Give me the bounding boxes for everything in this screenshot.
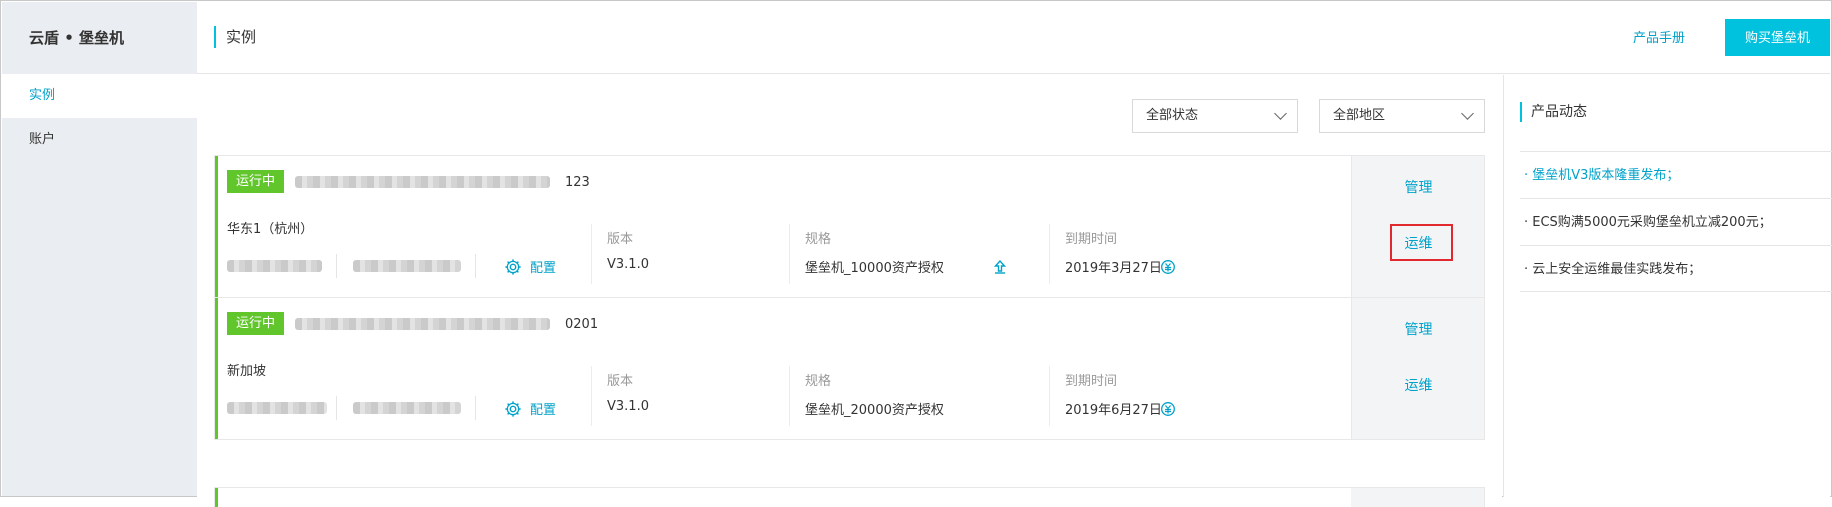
sidebar-item-accounts[interactable]: 账户 [2, 118, 197, 162]
spec-label: 规格 [805, 232, 832, 247]
spec-label: 规格 [805, 374, 832, 389]
divider [789, 366, 790, 426]
instance-card: 运行中 0201 新加坡 配置 版本 V3.1.0 规格 堡垒机_20000资产… [214, 297, 1485, 440]
ip-address-blurred [353, 402, 461, 414]
expire-value: 2019年6月27日 [1065, 403, 1162, 418]
status-indicator-bar [215, 488, 218, 507]
highlight-box [1390, 224, 1453, 261]
config-link[interactable]: 配置 [530, 399, 556, 418]
version-label: 版本 [607, 374, 634, 389]
divider [789, 224, 790, 284]
divider [336, 396, 337, 420]
status-filter-select[interactable]: 全部状态 [1132, 99, 1298, 133]
manage-link[interactable]: 管理 [1352, 319, 1485, 339]
news-panel-title: 产品动态 [1520, 102, 1587, 122]
renew-icon[interactable] [1160, 401, 1176, 417]
news-item[interactable]: · ECS购满5000元采购堡垒机立减200元； [1520, 198, 1832, 245]
divider [1049, 366, 1050, 426]
news-item[interactable]: · 云上安全运维最佳实践发布； [1520, 245, 1832, 292]
instance-name-suffix: 0201 [565, 317, 599, 332]
product-news-panel: 产品动态 · 堡垒机V3版本隆重发布； · ECS购满5000元采购堡垒机立减2… [1503, 75, 1832, 497]
spec-value: 堡垒机_10000资产授权 [805, 261, 944, 276]
sidebar-item-instances[interactable]: 实例 [2, 74, 197, 118]
news-item[interactable]: · 堡垒机V3版本隆重发布； [1520, 151, 1832, 198]
instance-card-partial [214, 487, 1485, 507]
app-window: 云盾 • 堡垒机 实例 账户 实例 产品手册 购买堡垒机 全部状态 全部地区 运… [0, 0, 1832, 507]
buy-bastion-button[interactable]: 购买堡垒机 [1725, 19, 1830, 56]
expire-label: 到期时间 [1065, 232, 1118, 247]
version-value: V3.1.0 [607, 399, 649, 414]
divider [591, 366, 592, 426]
region-filter-select[interactable]: 全部地区 [1319, 99, 1485, 133]
divider [336, 254, 337, 278]
status-indicator-bar [215, 298, 218, 439]
expire-label: 到期时间 [1065, 374, 1118, 389]
ip-address-blurred [227, 260, 322, 272]
upgrade-icon[interactable] [992, 259, 1008, 275]
gear-icon[interactable] [504, 258, 522, 276]
divider [475, 396, 476, 420]
instance-region: 新加坡 [227, 364, 267, 379]
instance-id-blurred [295, 176, 550, 188]
region-filter-value: 全部地区 [1333, 108, 1386, 123]
page-header: 实例 产品手册 购买堡垒机 [197, 2, 1830, 74]
divider [591, 224, 592, 284]
instance-list-area: 全部状态 全部地区 运行中 123 华东1（杭州） 配置 版本 V3.1.0 规… [197, 75, 1502, 507]
expire-value: 2019年3月27日 [1065, 261, 1162, 276]
version-label: 版本 [607, 232, 634, 247]
product-manual-link[interactable]: 产品手册 [1633, 27, 1685, 46]
spec-value: 堡垒机_20000资产授权 [805, 403, 944, 418]
instance-region: 华东1（杭州） [227, 222, 314, 237]
sidebar: 云盾 • 堡垒机 实例 账户 [2, 2, 197, 496]
instance-id-blurred [295, 318, 550, 330]
divider [475, 254, 476, 278]
instance-name-suffix: 123 [565, 175, 590, 190]
instance-card: 运行中 123 华东1（杭州） 配置 版本 V3.1.0 规格 堡垒机_1000… [214, 155, 1485, 298]
ip-address-blurred [227, 402, 327, 414]
chevron-down-icon [1274, 107, 1287, 120]
page-title: 实例 [214, 26, 256, 48]
status-indicator-bar [215, 156, 218, 297]
config-link[interactable]: 配置 [530, 257, 556, 276]
status-badge: 运行中 [227, 170, 285, 193]
renew-icon[interactable] [1160, 259, 1176, 275]
operations-column: 管理 运维 [1351, 298, 1484, 439]
status-filter-value: 全部状态 [1146, 108, 1199, 123]
gear-icon[interactable] [504, 400, 522, 418]
operations-column: 管理 运维 [1351, 156, 1484, 297]
status-badge: 运行中 [227, 312, 285, 335]
operations-column [1351, 488, 1484, 507]
divider [1049, 224, 1050, 284]
chevron-down-icon [1461, 107, 1474, 120]
version-value: V3.1.0 [607, 257, 649, 272]
ip-address-blurred [353, 260, 461, 272]
brand-title: 云盾 • 堡垒机 [29, 29, 125, 47]
ops-link[interactable]: 运维 [1352, 375, 1485, 395]
manage-link[interactable]: 管理 [1352, 177, 1485, 197]
